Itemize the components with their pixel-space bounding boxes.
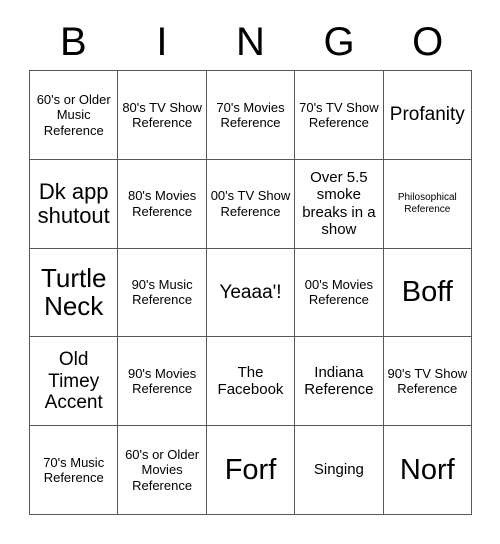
bingo-cell-label: 90's Movies Reference — [127, 365, 197, 397]
bingo-header-letter-o: O — [412, 20, 444, 64]
bingo-cell-r2c3[interactable]: 00's TV Show Reference — [206, 159, 296, 249]
bingo-cell-label: Philosophical Reference — [397, 191, 457, 215]
bingo-cell-label: 60's or Older Music Reference — [36, 91, 111, 138]
bingo-cell-label: Dk app shutout — [37, 178, 110, 228]
bingo-cell-r1c4[interactable]: 70's TV Show Reference — [295, 71, 384, 160]
bingo-cell-r5c1[interactable]: 70's Music Reference — [30, 426, 119, 515]
bingo-cell-r3c1[interactable]: Turtle Neck — [30, 248, 119, 338]
bingo-cell-label: Profanity — [389, 104, 465, 126]
bingo-cell-label: 70's TV Show Reference — [299, 99, 379, 130]
bingo-cell-label: 60's or Older Movies Reference — [125, 447, 200, 493]
bingo-cell-r2c1[interactable]: Dk app shutout — [30, 159, 119, 249]
bingo-cell-r1c3[interactable]: 70's Movies Reference — [206, 71, 296, 160]
bingo-cell-r2c5[interactable]: Philosophical Reference — [383, 159, 472, 249]
bingo-cell-label: Indiana Reference — [304, 363, 374, 399]
bingo-cell-label: 80's TV Show Reference — [122, 99, 202, 130]
bingo-header-letter-n: N — [236, 20, 265, 64]
bingo-cell-label: 00's Movies Reference — [304, 277, 373, 308]
bingo-cell-label: The Facebook — [217, 363, 284, 399]
bingo-header-letter-g: G — [323, 20, 355, 64]
bingo-cell-label: Yeaaa'! — [219, 281, 282, 303]
bingo-cell-r4c2[interactable]: 90's Movies Reference — [118, 337, 207, 427]
bingo-cell-r1c2[interactable]: 80's TV Show Reference — [118, 71, 207, 160]
bingo-cell-r4c1[interactable]: Old Timey Accent — [30, 337, 119, 427]
bingo-cell-label: Old Timey Accent — [44, 349, 103, 413]
bingo-cell-r4c3[interactable]: The Facebook — [206, 337, 296, 427]
bingo-cell-r3c4[interactable]: 00's Movies Reference — [295, 248, 384, 338]
bingo-cell-label: Norf — [399, 453, 455, 486]
bingo-cell-r3c5[interactable]: Boff — [383, 248, 472, 338]
bingo-cell-label: Forf — [224, 453, 277, 486]
bingo-cell-r2c2[interactable]: 80's Movies Reference — [118, 159, 207, 249]
bingo-cell-label: Boff — [401, 276, 453, 309]
bingo-cell-r5c5[interactable]: Norf — [383, 426, 472, 515]
bingo-cell-label: 70's Music Reference — [43, 454, 105, 486]
bingo-cell-r4c4[interactable]: Indiana Reference — [295, 337, 384, 427]
bingo-card: B I N G O 60's or Older Music Reference 80's … — [0, 0, 500, 544]
bingo-cell-r5c2[interactable]: 60's or Older Movies Reference — [118, 426, 207, 515]
bingo-cell-r3c3[interactable]: Yeaaa'! — [206, 248, 296, 338]
bingo-header-letter-i: I — [156, 20, 168, 64]
bingo-cell-r4c5[interactable]: 90's TV Show Reference — [383, 337, 472, 427]
bingo-cell-label: 70's Movies Reference — [216, 99, 285, 130]
bingo-header-letter-b: B — [59, 20, 87, 64]
bingo-cell-r1c1[interactable]: 60's or Older Music Reference — [30, 71, 119, 160]
bingo-cell-label: 90's TV Show Reference — [387, 365, 468, 397]
bingo-cell-label: 80's Movies Reference — [127, 188, 197, 219]
bingo-cell-label: Turtle Neck — [40, 262, 107, 322]
bingo-cell-r2c4[interactable]: Over 5.5 smoke breaks in a show — [295, 159, 384, 249]
bingo-grid: 60's or Older Music Reference 80's TV Sho… — [29, 70, 472, 515]
bingo-cell-label: Singing — [313, 461, 364, 479]
bingo-cell-r5c3[interactable]: Forf — [206, 426, 296, 515]
bingo-cell-r5c4[interactable]: Singing — [295, 426, 384, 515]
bingo-cell-label: 90's Music Reference — [131, 277, 193, 308]
bingo-header: BINGO — [29, 14, 472, 70]
bingo-cell-r1c5[interactable]: Profanity — [383, 71, 472, 160]
bingo-cell-r3c2[interactable]: 90's Music Reference — [118, 248, 207, 338]
bingo-cell-label: 00's TV Show Reference — [210, 188, 291, 219]
bingo-cell-label: Over 5.5 smoke breaks in a show — [302, 168, 376, 239]
